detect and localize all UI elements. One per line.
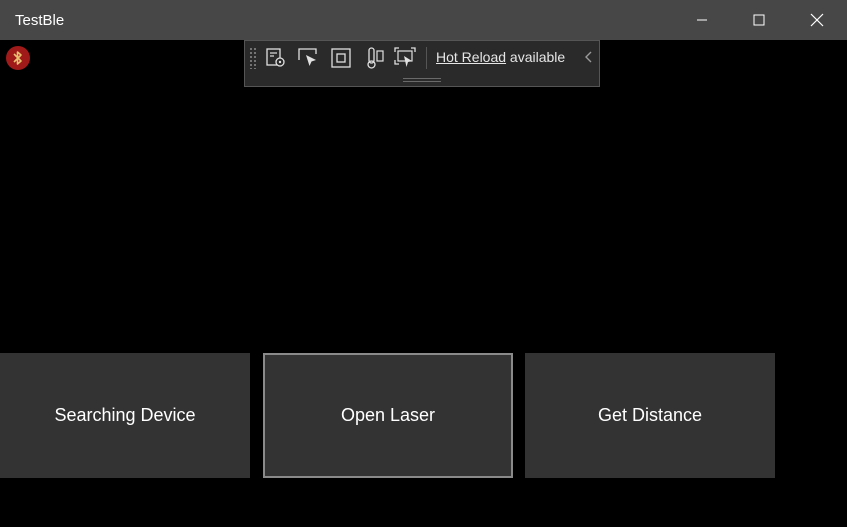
minimize-icon — [697, 19, 707, 21]
close-icon — [810, 13, 824, 27]
close-button[interactable] — [788, 0, 846, 40]
select-element-icon[interactable] — [296, 46, 320, 70]
searching-device-button[interactable]: Searching Device — [0, 353, 250, 478]
minimize-button[interactable] — [673, 0, 731, 40]
hot-reload-status: Hot Reload available — [436, 47, 565, 67]
open-laser-button[interactable]: Open Laser — [263, 353, 513, 478]
live-visual-tree-icon[interactable] — [264, 46, 288, 70]
toolbar-drag-handle[interactable] — [403, 78, 441, 82]
toolbar-separator — [426, 47, 427, 69]
title-bar: TestBle — [0, 0, 847, 40]
hot-reload-link[interactable]: Hot Reload — [436, 49, 506, 65]
maximize-button[interactable] — [730, 0, 788, 40]
get-distance-button[interactable]: Get Distance — [525, 353, 775, 478]
maximize-icon — [753, 14, 765, 26]
window-title: TestBle — [15, 12, 65, 29]
track-focus-icon[interactable] — [362, 46, 386, 70]
chevron-left-icon — [585, 51, 592, 63]
bluetooth-status-icon — [6, 46, 30, 70]
display-layout-adorners-icon[interactable] — [329, 46, 353, 70]
hot-reload-status-text: available — [506, 49, 566, 65]
toolbar-grip[interactable] — [249, 47, 257, 69]
collapse-toolbar-button[interactable] — [584, 50, 594, 64]
preview-selection-icon[interactable] — [393, 46, 417, 70]
xaml-runtime-toolbar: Hot Reload available — [244, 40, 600, 87]
